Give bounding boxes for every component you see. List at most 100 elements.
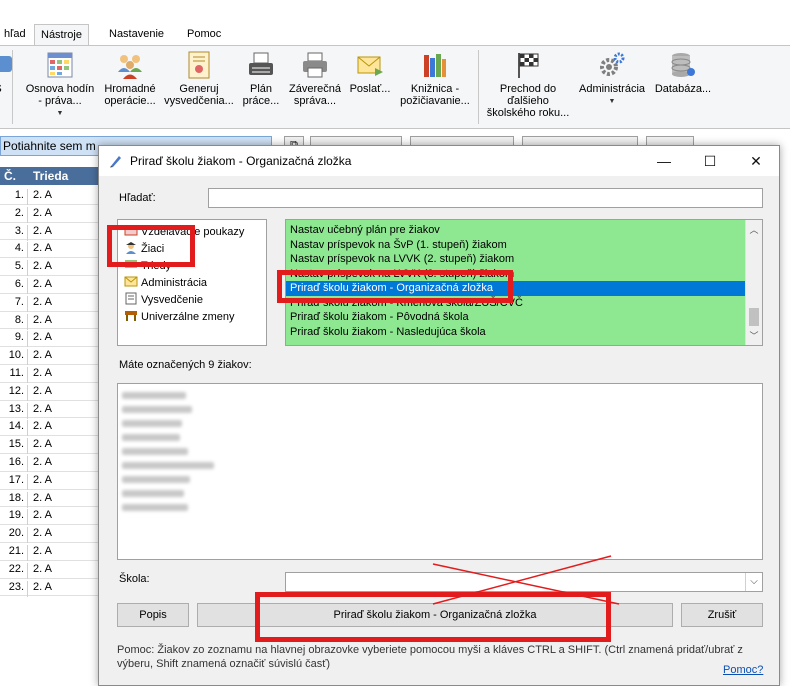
scroll-down-icon[interactable]: ﹀ [746, 328, 762, 344]
table-row[interactable]: 11. 2. A [0, 365, 98, 383]
row-number: 3. [0, 224, 28, 241]
table-row[interactable]: 6. 2. A [0, 276, 98, 294]
row-number: 17. [0, 473, 28, 490]
maximize-button[interactable]: ☐ [687, 146, 733, 176]
row-number: 22. [0, 562, 28, 579]
row-class: 2. A [33, 367, 52, 379]
action-item[interactable]: Nastav učebný plán pre žiakov [286, 223, 746, 238]
action-item[interactable]: Nastav príspevok na ŠvP (1. stupeň) žiak… [286, 238, 746, 253]
blurred-name [122, 462, 214, 469]
blurred-name [122, 476, 190, 483]
ribbon-partial-button[interactable]: S [0, 50, 12, 95]
generuj-vysvedcenia-button[interactable]: Generuj vysvedčenia... [160, 50, 238, 107]
scrollbar-thumb[interactable] [749, 308, 759, 326]
row-number: 1. [0, 189, 28, 205]
ribbon-tabs: hľad Nástroje Nastavenie Pomoc [0, 22, 790, 46]
osnova-hodin-button[interactable]: Osnova hodín - práva... ▼ [22, 50, 98, 120]
table-row[interactable]: 7. 2. A [0, 294, 98, 312]
blurred-name [122, 392, 186, 399]
table-row[interactable]: 14. 2. A [0, 418, 98, 437]
row-class: 2. A [33, 242, 52, 255]
blurred-name [122, 434, 180, 441]
row-class: 2. A [33, 509, 52, 522]
envelope-send-icon [357, 56, 383, 76]
blurred-name [122, 448, 188, 455]
chevron-down-icon[interactable]: ⌵ [745, 573, 762, 591]
row-number: 18. [0, 491, 28, 508]
bus-icon [0, 56, 12, 72]
table-row[interactable]: 20. 2. A [0, 525, 98, 544]
row-number: 15. [0, 438, 28, 455]
category-item[interactable]: Univerzálne zmeny [124, 309, 235, 325]
row-number: 6. [0, 278, 28, 294]
row-number: 23. [0, 580, 28, 597]
category-item[interactable]: Vysvedčenie [124, 292, 203, 308]
row-number: 11. [0, 367, 28, 383]
row-class: 2. A [33, 206, 52, 219]
row-class: 2. A [33, 545, 52, 557]
table-row[interactable]: 2. 2. A [0, 205, 98, 223]
selected-students-box[interactable] [117, 383, 763, 560]
action-item[interactable]: Priraď školu žiakom - Nasledujúca škola [286, 325, 746, 340]
table-row[interactable]: 23. 2. A [0, 579, 98, 597]
row-number: 8. [0, 313, 28, 330]
row-class: 2. A [33, 438, 52, 451]
plan-prace-button[interactable]: Plán práce... [238, 50, 284, 107]
help-link[interactable]: Pomoc? [723, 664, 763, 676]
action-item[interactable]: Nastav príspevok na LVVK (2. stupeň) žia… [286, 252, 746, 267]
hromadne-operacie-button[interactable]: Hromadné operácie... [100, 50, 160, 107]
table-row[interactable]: 22. 2. A [0, 561, 98, 579]
school-combobox[interactable]: ⌵ [285, 572, 763, 592]
report-card-icon [124, 292, 138, 305]
row-class: 2. A [33, 295, 52, 308]
certificate-icon [188, 51, 210, 79]
action-list-scrollbar[interactable]: ︿ ﹀ [745, 220, 762, 345]
category-item[interactable]: Administrácia [124, 275, 207, 291]
table-row[interactable]: 12. 2. A [0, 383, 98, 401]
row-class: 2. A [33, 224, 52, 237]
row-number: 2. [0, 206, 28, 223]
table-row[interactable]: 5. 2. A [0, 258, 98, 277]
marked-students-label: Máte označených 9 žiakov: [119, 359, 252, 371]
kniznica-button[interactable]: Knižnica - požičiavanie... [396, 50, 474, 107]
poslat-button[interactable]: Poslať... [346, 50, 394, 95]
row-number: 14. [0, 420, 28, 437]
prechod-do-dalsieho-roku-button[interactable]: Prechod do ďalšieho školského roku... [482, 50, 574, 119]
tab-nastavenie[interactable]: Nastavenie [103, 24, 170, 46]
databaza-button[interactable]: Databáza... [652, 50, 714, 95]
table-row[interactable]: 21. 2. A [0, 543, 98, 561]
table-row[interactable]: 18. 2. A [0, 490, 98, 508]
scroll-up-icon[interactable]: ︿ [746, 222, 762, 238]
zaverecna-sprava-button[interactable]: Záverečná správa... [286, 50, 344, 107]
table-row[interactable]: 15. 2. A [0, 436, 98, 455]
tab-hladat[interactable]: hľad [0, 24, 32, 46]
table-row[interactable]: 17. 2. A [0, 472, 98, 490]
table-row[interactable]: 19. 2. A [0, 507, 98, 526]
search-input[interactable] [208, 188, 763, 208]
tab-pomoc[interactable]: Pomoc [181, 24, 227, 46]
cancel-button[interactable]: Zrušiť [681, 603, 763, 627]
highlight-apply-button [255, 592, 611, 642]
row-number: 9. [0, 331, 28, 348]
row-number: 19. [0, 509, 28, 526]
table-row[interactable]: 10. 2. A [0, 347, 98, 366]
row-class: 2. A [33, 420, 52, 433]
table-row[interactable]: 13. 2. A [0, 401, 98, 419]
minimize-button[interactable]: — [641, 146, 687, 176]
popis-button[interactable]: Popis [117, 603, 189, 627]
close-button[interactable]: ✕ [733, 146, 779, 176]
table-row[interactable]: 4. 2. A [0, 240, 98, 259]
dialog-title: Priraď školu žiakom - Organizačná zložka [130, 154, 352, 168]
administracia-button[interactable]: Administrácia ▼ [576, 50, 648, 108]
table-row[interactable]: 1. 2. A [0, 187, 98, 205]
table-row[interactable]: 9. 2. A [0, 329, 98, 348]
table-row[interactable]: 16. 2. A [0, 454, 98, 472]
ribbon-separator [12, 50, 13, 124]
desk-icon [124, 309, 138, 322]
tab-nastroje[interactable]: Nástroje [34, 24, 89, 46]
table-row[interactable]: 3. 2. A [0, 223, 98, 241]
printer-icon [303, 52, 327, 78]
ribbon-toolbar: S Osnova hodín - práva... ▼ Hromadné ope… [0, 45, 790, 129]
table-row[interactable]: 8. 2. A [0, 312, 98, 330]
action-item[interactable]: Priraď školu žiakom - Pôvodná škola [286, 310, 746, 325]
